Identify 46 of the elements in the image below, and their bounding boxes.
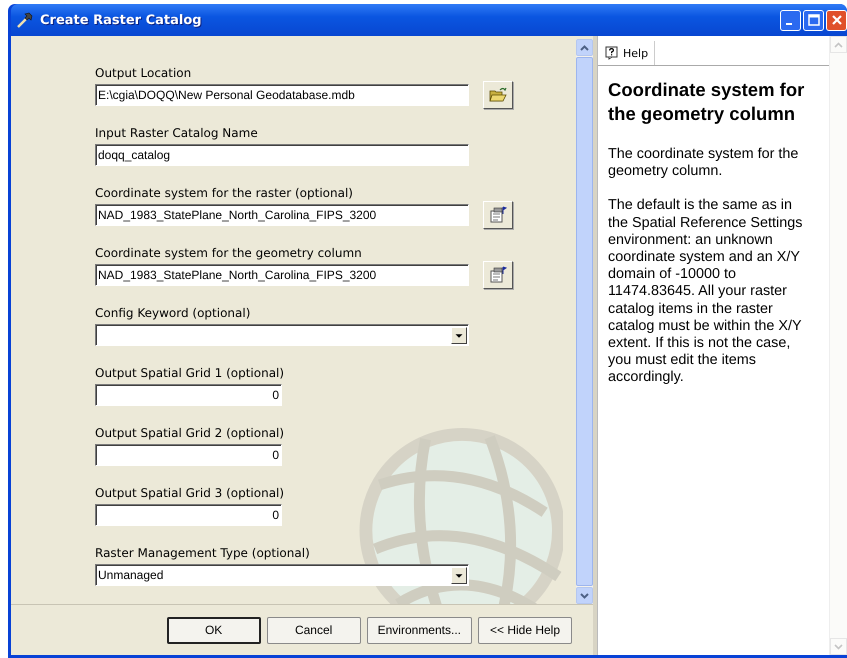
field-label: Raster Management Type (optional) bbox=[95, 546, 311, 561]
help-icon bbox=[605, 46, 619, 60]
number-field[interactable]: 0 bbox=[95, 384, 282, 406]
window-title: Create Raster Catalog bbox=[40, 12, 203, 28]
dialog-button[interactable]: Cancel bbox=[266, 616, 361, 644]
text-field[interactable]: NAD_1983_StatePlane_North_Carolina_FIPS_3200 bbox=[95, 204, 469, 226]
properties-icon bbox=[489, 266, 507, 284]
properties-icon bbox=[489, 206, 507, 224]
properties-button[interactable] bbox=[483, 261, 513, 289]
hammer-icon bbox=[16, 11, 34, 29]
minimize-button[interactable] bbox=[780, 10, 801, 30]
folder-icon bbox=[489, 87, 507, 103]
number-field[interactable]: 0 bbox=[95, 504, 282, 526]
dialog-button[interactable]: OK bbox=[166, 616, 261, 644]
field-label: Config Keyword (optional) bbox=[95, 306, 252, 321]
dropdown[interactable]: Unmanaged bbox=[95, 564, 469, 586]
maximize-button[interactable] bbox=[803, 10, 824, 30]
dialog-button[interactable]: Environments... bbox=[366, 616, 472, 644]
scroll-up-icon bbox=[580, 44, 589, 50]
maximize-icon bbox=[808, 14, 820, 26]
help-paragraph: The coordinate system for the geometry column. bbox=[608, 146, 800, 180]
help-paragraph: The default is the same as in the Spatial Reference Settings environment: an unknown coordinate system and an X/Y domain of -10000 to 11474.83645. All your raster catalog items in the raster catalog must be within the X/Y extent. If this is not the case, you must edit the items accordingly. bbox=[608, 197, 804, 387]
text-field[interactable]: E:\cgia\DOQQ\New Personal Geodatabase.mdb bbox=[95, 84, 469, 106]
field-label: Output Spatial Grid 1 (optional) bbox=[95, 366, 286, 381]
field-label: Output Spatial Grid 3 (optional) bbox=[95, 486, 286, 501]
field-label: Output Location bbox=[95, 66, 192, 81]
field-label: Coordinate system for the raster (optional) bbox=[95, 186, 354, 201]
text-field[interactable]: NAD_1983_StatePlane_North_Carolina_FIPS_3200 bbox=[95, 264, 469, 286]
field-label: Coordinate system for the geometry column bbox=[95, 246, 363, 261]
text-field[interactable]: doqq_catalog bbox=[95, 144, 469, 166]
scroll-down-icon bbox=[580, 592, 589, 598]
scrollbar[interactable] bbox=[576, 39, 593, 604]
dialog-button[interactable]: << Hide Help bbox=[478, 616, 572, 644]
scroll-down-icon bbox=[834, 644, 843, 650]
close-button[interactable] bbox=[826, 10, 847, 30]
scroll-up-icon bbox=[834, 42, 843, 48]
properties-button[interactable] bbox=[483, 201, 513, 229]
scrollbar[interactable] bbox=[829, 36, 847, 655]
number-field[interactable]: 0 bbox=[95, 444, 282, 466]
browse-button[interactable] bbox=[483, 81, 513, 109]
dropdown[interactable] bbox=[95, 324, 469, 346]
field-label: Input Raster Catalog Name bbox=[95, 126, 259, 141]
field-label: Output Spatial Grid 2 (optional) bbox=[95, 426, 286, 441]
minimize-icon bbox=[786, 23, 792, 25]
close-icon bbox=[830, 14, 842, 26]
help-title: Coordinate system for the geometry column bbox=[608, 78, 806, 126]
